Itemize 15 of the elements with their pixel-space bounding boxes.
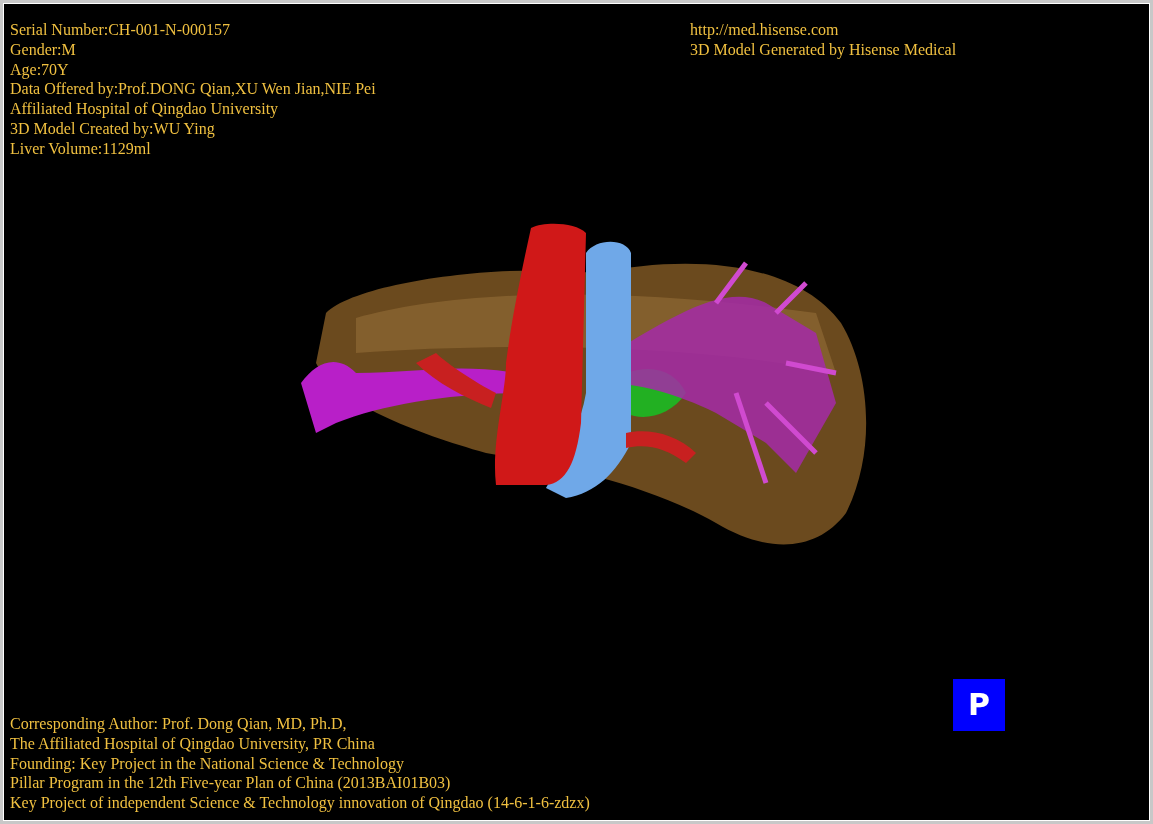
info-line: Gender:M <box>10 39 76 60</box>
info-line: Liver Volume:1129ml <box>10 138 151 159</box>
info-line: Data Offered by:Prof.DONG Qian,XU Wen Jian,NIE Pei <box>10 79 376 100</box>
info-line: Age:70Y <box>10 59 69 80</box>
info-line: 3D Model Created by:WU Ying <box>10 119 215 139</box>
projection-button[interactable]: P <box>953 679 1005 731</box>
credit-line: Key Project of independent Science & Technology innovation of Qingdao (14-6-1-6-zdzx) <box>10 793 590 813</box>
info-line: http://med.hisense.com <box>690 20 839 40</box>
credit-line: Founding: Key Project in the National Science & Technology <box>10 753 405 774</box>
info-line: Affiliated Hospital of Qingdao University <box>10 99 279 119</box>
info-line: 3D Model Generated by Hisense Medical <box>690 39 957 60</box>
credit-line: Pillar Program in the 12th Five-year Plan of China (2013BAI01B03) <box>10 773 451 794</box>
info-line: Serial Number:CH-001-N-000157 <box>10 20 230 40</box>
credit-line: Corresponding Author: Prof. Dong Qian, MD, Ph.D, <box>10 714 347 734</box>
credit-line: The Affiliated Hospital of Qingdao University, PR China <box>10 733 375 754</box>
